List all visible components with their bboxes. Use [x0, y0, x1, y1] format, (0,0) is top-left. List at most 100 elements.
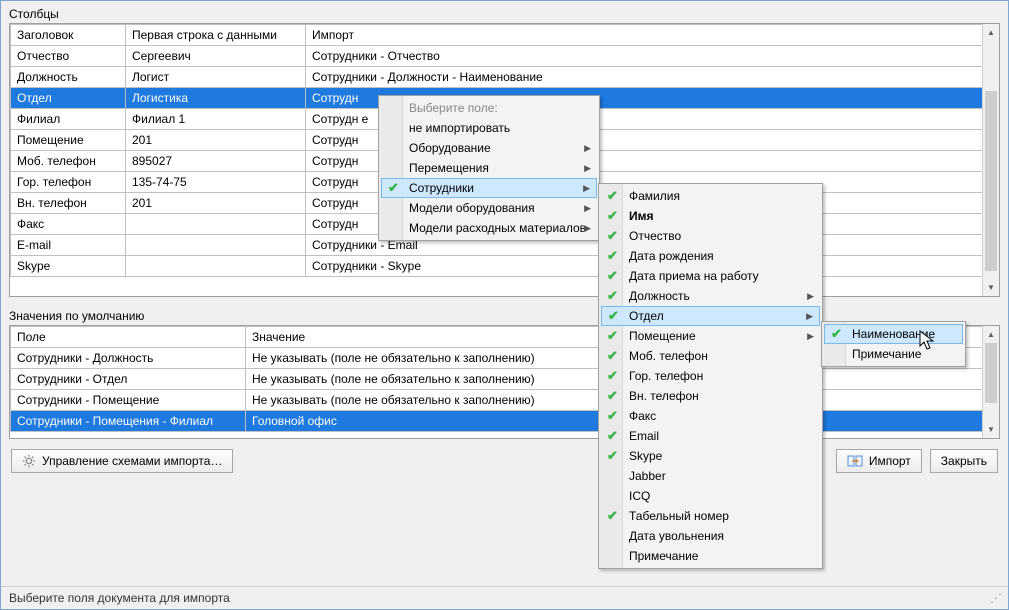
menu-item-label: Дата рождения — [629, 249, 714, 263]
table-cell[interactable]: 135-74-75 — [126, 172, 306, 193]
employees-submenu[interactable]: ✔Фамилия✔Имя✔Отчество✔Дата рождения✔Дата… — [598, 183, 823, 569]
table-cell[interactable]: Филиал — [11, 109, 126, 130]
import-button[interactable]: Импорт — [836, 449, 922, 473]
table-cell[interactable] — [126, 235, 306, 256]
field-picker-menu[interactable]: Выберите поле:не импортироватьОборудован… — [378, 95, 600, 241]
col-header[interactable]: Импорт — [306, 25, 999, 46]
col-header[interactable]: Первая строка с данными — [126, 25, 306, 46]
menu-item-label: Отдел — [629, 309, 664, 323]
table-cell[interactable]: 201 — [126, 130, 306, 151]
scroll-thumb[interactable] — [985, 91, 997, 271]
scroll-up-icon[interactable]: ▲ — [983, 326, 999, 343]
check-icon: ✔ — [388, 180, 399, 196]
menu-item[interactable]: Примечание — [601, 546, 820, 566]
button-label: Импорт — [869, 454, 911, 468]
table-cell[interactable]: Сергеевич — [126, 46, 306, 67]
columns-section-label: Столбцы — [1, 1, 1008, 23]
menu-item[interactable]: Модели оборудования▶ — [381, 198, 597, 218]
menu-item[interactable]: ✔Помещение▶ — [601, 326, 820, 346]
table-row[interactable]: SkypeСотрудники - Skype — [11, 256, 999, 277]
check-icon: ✔ — [607, 228, 618, 244]
table-cell[interactable]: Факс — [11, 214, 126, 235]
table-cell[interactable]: Отдел — [11, 88, 126, 109]
table-row[interactable]: ДолжностьЛогистСотрудники - Должности - … — [11, 67, 999, 88]
button-label: Управление схемами импорта… — [42, 454, 222, 468]
menu-item[interactable]: ✔Вн. телефон — [601, 386, 820, 406]
table-cell[interactable]: Сотрудники - Помещение — [11, 390, 246, 411]
department-submenu[interactable]: ✔Наименование Примечание — [821, 321, 966, 367]
menu-item[interactable]: ✔Имя — [601, 206, 820, 226]
scroll-thumb[interactable] — [985, 343, 997, 403]
menu-item[interactable]: Дата увольнения — [601, 526, 820, 546]
check-icon: ✔ — [607, 448, 618, 464]
scroll-down-icon[interactable]: ▼ — [983, 421, 999, 438]
menu-item[interactable]: ✔Фамилия — [601, 186, 820, 206]
table-header-row[interactable]: Заголовок Первая строка с данными Импорт — [11, 25, 999, 46]
table-cell[interactable]: 201 — [126, 193, 306, 214]
table-cell[interactable]: Моб. телефон — [11, 151, 126, 172]
table-cell[interactable]: Сотрудники - Помещения - Филиал — [11, 411, 246, 432]
menu-item-label: Модели оборудования — [409, 201, 535, 215]
table-cell[interactable] — [126, 214, 306, 235]
chevron-right-icon: ▶ — [584, 143, 591, 154]
table-cell[interactable]: Помещение — [11, 130, 126, 151]
resize-grip-icon[interactable]: ⋰ — [990, 591, 1000, 605]
col-header[interactable]: Поле — [11, 327, 246, 348]
col-header[interactable]: Заголовок — [11, 25, 126, 46]
table-cell[interactable]: Логистика — [126, 88, 306, 109]
table-cell[interactable]: Филиал 1 — [126, 109, 306, 130]
menu-item-label: Фамилия — [629, 189, 680, 203]
table-cell[interactable]: Отчество — [11, 46, 126, 67]
close-button[interactable]: Закрыть — [930, 449, 998, 473]
check-icon: ✔ — [607, 208, 618, 224]
table-cell[interactable]: Должность — [11, 67, 126, 88]
menu-item[interactable]: ✔Skype — [601, 446, 820, 466]
menu-item[interactable]: ✔Моб. телефон — [601, 346, 820, 366]
table-cell[interactable]: Сотрудники - Отдел — [11, 369, 246, 390]
menu-item[interactable]: Оборудование▶ — [381, 138, 597, 158]
vertical-scrollbar[interactable]: ▲ ▼ — [982, 24, 999, 296]
menu-item[interactable]: ✔Гор. телефон — [601, 366, 820, 386]
table-cell[interactable]: Логист — [126, 67, 306, 88]
menu-item[interactable]: ✔Должность▶ — [601, 286, 820, 306]
check-icon: ✔ — [607, 268, 618, 284]
chevron-right-icon: ▶ — [583, 183, 590, 194]
menu-item[interactable]: Jabber — [601, 466, 820, 486]
table-cell[interactable]: Сотрудники - Должности - Наименование — [306, 67, 999, 88]
table-cell[interactable]: 895027 — [126, 151, 306, 172]
menu-item[interactable]: ✔Отдел▶ — [601, 306, 820, 326]
menu-item-label: Помещение — [629, 329, 696, 343]
menu-item[interactable]: не импортировать — [381, 118, 597, 138]
menu-item[interactable]: ✔Факс — [601, 406, 820, 426]
table-cell[interactable]: Гор. телефон — [11, 172, 126, 193]
scroll-down-icon[interactable]: ▼ — [983, 279, 999, 296]
check-icon: ✔ — [607, 368, 618, 384]
manage-schemas-button[interactable]: Управление схемами импорта… — [11, 449, 233, 473]
table-row[interactable]: Сотрудники - Помещения - ФилиалГоловной … — [11, 411, 999, 432]
table-cell[interactable]: Сотрудники - Отчество — [306, 46, 999, 67]
table-cell[interactable]: E-mail — [11, 235, 126, 256]
menu-item[interactable]: ICQ — [601, 486, 820, 506]
menu-item[interactable]: Примечание — [824, 344, 963, 364]
table-row[interactable]: ОтчествоСергеевичСотрудники - Отчество — [11, 46, 999, 67]
menu-item[interactable]: Модели расходных материалов▶ — [381, 218, 597, 238]
menu-item[interactable]: Перемещения▶ — [381, 158, 597, 178]
vertical-scrollbar[interactable]: ▲ ▼ — [982, 326, 999, 438]
menu-item[interactable]: ✔Дата рождения — [601, 246, 820, 266]
table-cell[interactable]: Сотрудники - Должность — [11, 348, 246, 369]
menu-item[interactable]: ✔Наименование — [824, 324, 963, 344]
menu-item[interactable]: ✔Сотрудники▶ — [381, 178, 597, 198]
menu-item[interactable]: ✔Email — [601, 426, 820, 446]
table-row[interactable]: Сотрудники - ПомещениеНе указывать (поле… — [11, 390, 999, 411]
menu-item[interactable]: ✔Дата приема на работу — [601, 266, 820, 286]
menu-item-label: ICQ — [629, 489, 650, 503]
status-bar: Выберите поля документа для импорта ⋰ — [1, 586, 1008, 609]
scroll-up-icon[interactable]: ▲ — [983, 24, 999, 41]
table-cell[interactable]: Skype — [11, 256, 126, 277]
table-cell[interactable] — [126, 256, 306, 277]
table-cell[interactable]: Вн. телефон — [11, 193, 126, 214]
table-row[interactable]: Сотрудники - ОтделНе указывать (поле не … — [11, 369, 999, 390]
menu-item[interactable]: ✔Табельный номер — [601, 506, 820, 526]
menu-item[interactable]: ✔Отчество — [601, 226, 820, 246]
menu-item-label: Примечание — [852, 347, 921, 361]
